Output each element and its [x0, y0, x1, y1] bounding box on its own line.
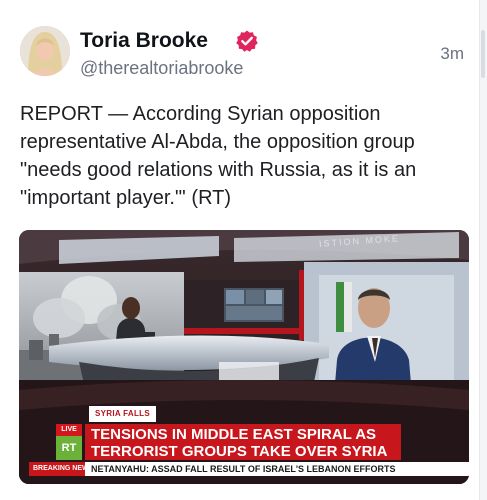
live-indicator: LIVE	[56, 424, 82, 436]
headline-line-1: TENSIONS IN MIDDLE EAST SPIRAL AS	[91, 426, 377, 443]
chyron-headline: TENSIONS IN MIDDLE EAST SPIRAL AS TERROR…	[85, 424, 401, 460]
chyron-section-tag: SYRIA FALLS	[89, 406, 157, 422]
post-media-image[interactable]: ISTION MOKE SYRIA FALLS LIVE RT TENSIONS…	[19, 230, 469, 484]
scrollbar-thumb[interactable]	[481, 30, 485, 78]
display-name[interactable]: Toria Brooke	[80, 29, 208, 53]
channel-logo: RT	[56, 436, 82, 460]
news-ticker: NETANYAHU: ASSAD FALL RESULT OF ISRAEL'S…	[85, 462, 469, 476]
avatar[interactable]	[20, 26, 70, 76]
post-text: REPORT — According Syrian opposition rep…	[20, 103, 417, 209]
verified-badge-icon	[235, 29, 259, 53]
avatar-image	[20, 26, 70, 76]
headline-line-2: TERRORIST GROUPS TAKE OVER SYRIA	[91, 443, 388, 460]
post-card[interactable]: Toria Brooke @therealtoriabrooke 3m REPO…	[0, 0, 480, 500]
author-handle[interactable]: @therealtoriabrooke	[80, 58, 243, 79]
post-timestamp[interactable]: 3m	[440, 44, 464, 64]
post-header: Toria Brooke @therealtoriabrooke 3m	[20, 26, 470, 82]
